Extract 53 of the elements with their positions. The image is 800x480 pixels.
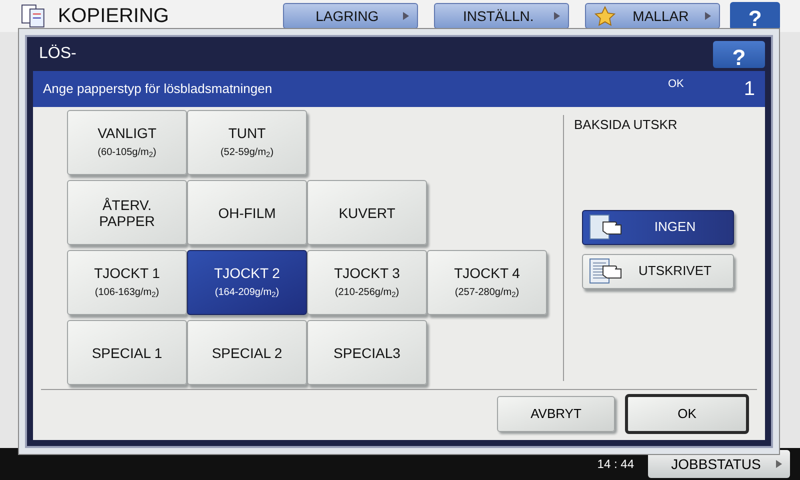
paper-type-label: TJOCKT 1 — [94, 265, 160, 281]
app-title: KOPIERING — [58, 4, 170, 29]
copy-count: 1 — [744, 77, 755, 102]
triangle-icon — [705, 12, 712, 20]
help-button[interactable]: ? — [730, 2, 780, 30]
triangle-icon — [554, 12, 560, 20]
paper-weight-label: (60-105g/m$_{2}$) — [98, 146, 156, 160]
blank-sheet-hand-icon — [589, 214, 623, 240]
top-tab[interactable]: MALLAR — [585, 3, 720, 29]
paper-type-label: KUVERT — [338, 204, 396, 220]
instruction-text: Ange papperstyp för lösbladsmatningen — [43, 80, 272, 98]
paper-type-label: TJOCKT 3 — [334, 265, 400, 281]
paper-type-button[interactable]: TJOCKT 1 (106-163g/m$_{2}$) — [67, 250, 187, 315]
status-text: OK — [668, 76, 684, 92]
paper-type-button[interactable]: ÅTERV. PAPPER — [67, 180, 187, 245]
clock-time: 14 : 44 — [597, 456, 634, 473]
paper-weight-label: (106-163g/m$_{2}$) — [94, 286, 160, 300]
triangle-icon — [402, 12, 409, 20]
top-tab[interactable]: INSTÄLLN. — [434, 3, 570, 29]
section-label: BAKSIDA UTSKR — [574, 116, 678, 134]
paper-type-label: SPECIAL 1 — [92, 344, 162, 360]
paper-type-label: ÅTERV. PAPPER — [99, 196, 155, 228]
back-print-option[interactable]: INGEN — [582, 210, 734, 244]
paper-type-button[interactable]: SPECIAL3 — [307, 320, 427, 385]
paper-type-button[interactable]: TJOCKT 4 (257-280g/m$_{2}$) — [427, 250, 547, 315]
paper-weight-label: (210-256g/m$_{2}$) — [334, 286, 400, 300]
paper-type-button[interactable]: TUNT (52-59g/m$_{2}$) — [187, 110, 307, 175]
cancel-button[interactable]: AVBRYT — [497, 396, 615, 432]
paper-type-label: VANLIGT — [98, 125, 156, 141]
paper-type-label: SPECIAL3 — [334, 344, 400, 360]
printed-sheet-hand-icon — [589, 258, 623, 284]
paper-weight-label: (257-280g/m$_{2}$) — [454, 286, 520, 300]
star-icon — [594, 6, 616, 26]
back-print-option[interactable]: UTSKRIVET — [582, 254, 734, 288]
paper-type-button[interactable]: TJOCKT 2 (164-209g/m$_{2}$) — [187, 250, 307, 315]
top-tab[interactable]: LAGRING — [282, 3, 418, 29]
paper-type-button[interactable]: TJOCKT 3 (210-256g/m$_{2}$) — [307, 250, 427, 315]
paper-type-label: TUNT — [228, 125, 266, 141]
paper-type-button[interactable]: OH-FILM — [187, 180, 307, 245]
paper-type-label: TJOCKT 2 — [214, 265, 280, 281]
paper-type-label: SPECIAL 2 — [212, 344, 282, 360]
paper-type-button[interactable]: SPECIAL 1 — [67, 320, 187, 385]
paper-type-button[interactable]: SPECIAL 2 — [187, 320, 307, 385]
paper-type-button[interactable]: VANLIGT (60-105g/m$_{2}$) — [67, 110, 187, 175]
paper-type-label: OH-FILM — [218, 204, 276, 220]
triangle-icon — [776, 460, 782, 468]
paper-weight-label: (52-59g/m$_{2}$) — [220, 146, 274, 160]
paper-weight-label: (164-209g/m$_{2}$) — [214, 286, 280, 300]
paper-type-button[interactable]: KUVERT — [307, 180, 427, 245]
paper-type-label: TJOCKT 4 — [454, 265, 520, 281]
dialog-title: LÖS- — [38, 44, 76, 64]
help-button[interactable]: ? — [713, 40, 765, 68]
ok-button[interactable]: OK — [625, 394, 749, 434]
